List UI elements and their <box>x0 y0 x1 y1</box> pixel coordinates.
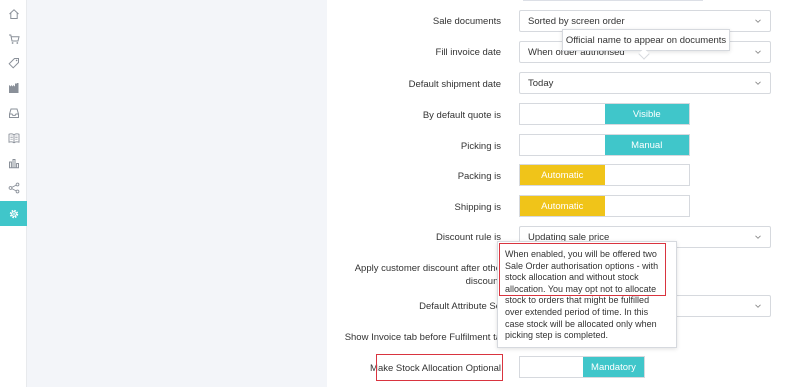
chevron-down-icon <box>755 19 761 23</box>
inbox-icon <box>8 108 19 118</box>
chevron-down-icon <box>755 235 761 239</box>
bar-chart-icon <box>8 158 19 168</box>
default-quote-option-selected[interactable]: Visible <box>604 104 689 124</box>
stock-allocation-help-text: When enabled, you will be offered two Sa… <box>505 249 659 341</box>
default-shipment-date-value: Today <box>528 77 554 89</box>
nav-manufacturing[interactable] <box>0 75 27 100</box>
packing-option-off[interactable] <box>604 165 689 185</box>
nav-integrations[interactable] <box>0 175 27 200</box>
cart-icon <box>8 34 20 44</box>
picking-toggle: Manual <box>519 134 690 156</box>
default-quote-toggle: Visible <box>519 103 690 125</box>
nav-sales[interactable] <box>0 26 27 51</box>
chevron-down-icon <box>755 50 761 54</box>
sale-documents-value: Sorted by screen order <box>528 15 625 27</box>
settings-icon <box>9 209 18 218</box>
picking-label: Picking is <box>460 141 501 152</box>
sale-documents-label: Sale documents <box>432 16 501 27</box>
nav-settings[interactable] <box>0 201 27 226</box>
official-name-tooltip-text: Official name to appear on documents <box>565 34 727 46</box>
chevron-down-icon <box>755 81 761 85</box>
tag-icon <box>7 57 19 69</box>
shipping-label: Shipping is <box>454 202 501 213</box>
picking-option-selected[interactable]: Manual <box>604 135 689 155</box>
chevron-down-icon <box>755 304 761 308</box>
stock-allocation-option-off[interactable] <box>520 357 583 377</box>
stock-allocation-label: Make Stock Allocation Optional <box>370 363 501 374</box>
discount-rule-label: Discount rule is <box>436 232 501 243</box>
share-icon <box>8 182 19 193</box>
stock-allocation-option-selected[interactable]: Mandatory <box>583 357 644 377</box>
official-name-tooltip: Official name to appear on documents <box>562 29 730 51</box>
fill-invoice-date-label: Fill invoice date <box>435 47 501 58</box>
nav-reports[interactable] <box>0 150 27 175</box>
book-icon <box>8 132 19 143</box>
nav-catalog[interactable] <box>0 125 27 150</box>
default-shipment-date-select[interactable]: Today <box>519 72 771 94</box>
picking-option-off[interactable] <box>520 135 605 155</box>
packing-option-selected[interactable]: Automatic <box>520 165 605 185</box>
default-shipment-date-label: Default shipment date <box>408 79 501 90</box>
packing-label: Packing is <box>457 171 501 182</box>
default-quote-option-off[interactable] <box>520 104 605 124</box>
apply-customer-discount-label-line1: Apply customer discount after othe <box>354 263 501 274</box>
default-attribute-set-label: Default Attribute Se <box>419 301 501 312</box>
stock-allocation-help-tooltip: When enabled, you will be offered two Sa… <box>497 241 677 348</box>
packing-toggle: Automatic <box>519 164 690 186</box>
content-gutter <box>27 0 327 387</box>
factory-icon <box>8 82 18 93</box>
show-invoice-tab-label: Show Invoice tab before Fulfilment ta <box>344 332 501 343</box>
nav-home[interactable] <box>0 1 27 26</box>
shipping-option-selected[interactable]: Automatic <box>520 196 605 216</box>
sidebar <box>0 0 27 387</box>
shipping-option-off[interactable] <box>604 196 689 216</box>
nav-products[interactable] <box>0 50 27 75</box>
apply-customer-discount-label-line2: discount <box>465 276 501 287</box>
divider <box>523 0 703 1</box>
shipping-toggle: Automatic <box>519 195 690 217</box>
stock-allocation-toggle: Mandatory <box>519 356 645 378</box>
default-quote-label: By default quote is <box>422 110 501 121</box>
home-icon <box>8 8 19 19</box>
nav-inbox[interactable] <box>0 100 27 125</box>
